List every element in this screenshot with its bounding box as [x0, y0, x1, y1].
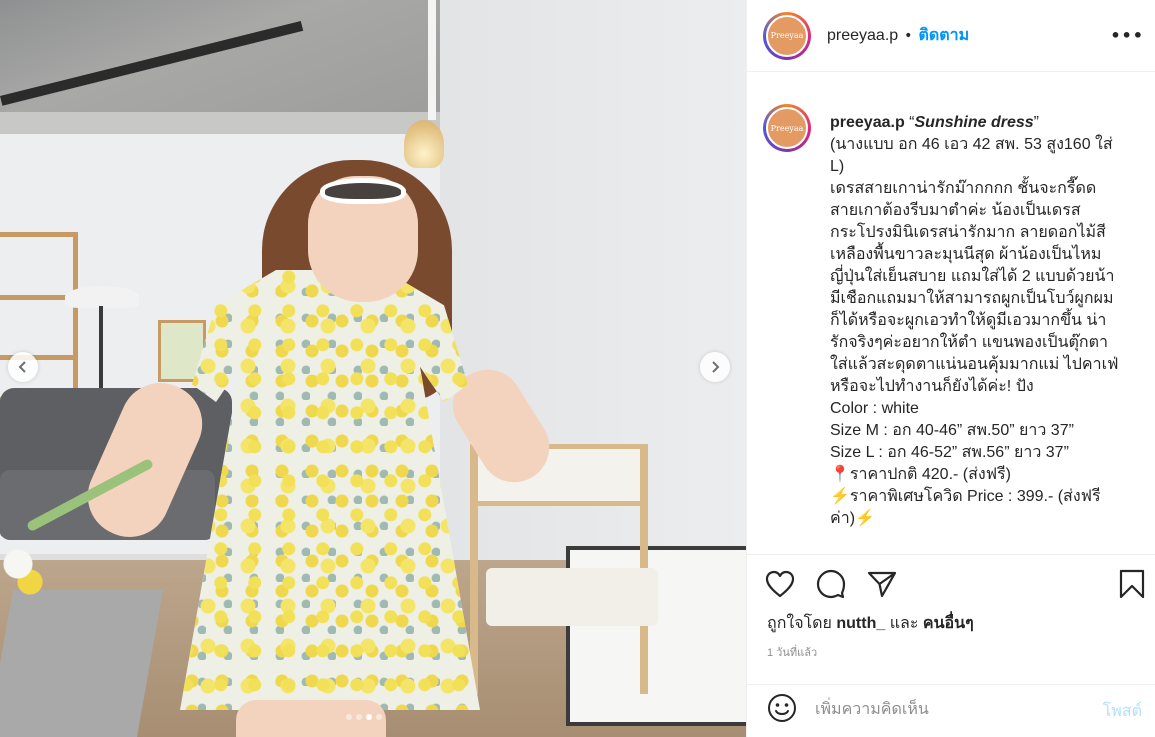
likes-prefix: ถูกใจโดย: [767, 615, 832, 632]
photo-dress: [180, 270, 480, 710]
post-side-panel: Preeyaa preeyaa.p • ติดตาม ••• Preeyaa p…: [746, 0, 1155, 737]
likes-and: และ: [889, 615, 919, 632]
post-comment-button[interactable]: โพสต์: [1103, 699, 1142, 724]
comment-input[interactable]: [815, 695, 1085, 725]
avatar-image: Preeyaa: [766, 107, 808, 149]
photo-sunglasses: [320, 178, 406, 204]
caption-username[interactable]: preeyaa.p: [830, 114, 905, 131]
likes-summary: ถูกใจโดย nutth_ และ คนอื่นๆ: [767, 611, 974, 636]
carousel-dot[interactable]: [346, 714, 352, 720]
caption-line: รักจริงๆค่ะอยากให้ตำ แขนพองเป็นตุ๊กตา: [830, 334, 1108, 351]
caption-line: L): [830, 158, 845, 175]
carousel-prev-button[interactable]: [8, 352, 38, 382]
caption-quote-close: ”: [1033, 114, 1039, 131]
photo-sconce: [404, 120, 444, 168]
avatar-image: Preeyaa: [766, 14, 808, 57]
caption-line: ค่า)⚡: [830, 510, 875, 527]
caption-line: ญี่ปุ่นใส่เย็นสบาย แถมใส่ได้ 2 แบบด้วยน้…: [830, 268, 1115, 285]
caption-line: 📍ราคาปกติ 420.- (ส่งฟรี): [830, 466, 1011, 483]
emoji-icon: [767, 693, 797, 727]
caption-area: Preeyaa preeyaa.p “Sunshine dress” (นางแ…: [747, 72, 1155, 554]
caption-line: หรือจะไปทำงานก็ยังได้ค่ะ! ปัง: [830, 378, 1034, 395]
emoji-button[interactable]: [765, 693, 799, 727]
caption-title: Sunshine dress: [914, 114, 1034, 131]
comment-bar: โพสต์: [747, 684, 1155, 737]
photo-rug: [0, 590, 163, 737]
save-button[interactable]: [1115, 569, 1149, 603]
post-actions: ถูกใจโดย nutth_ และ คนอื่นๆ 1 วันที่แล้ว: [747, 554, 1155, 684]
caption-line: Size M : อก 40-46” สพ.50” ยาว 37”: [830, 422, 1074, 439]
caption-avatar[interactable]: Preeyaa: [763, 104, 811, 152]
caption-line: ใส่แล้วสะดุดตาแน่นอนคุ้มมากแม่ ไปคาเฟ่: [830, 356, 1119, 373]
post-timestamp[interactable]: 1 วันที่แล้ว: [767, 643, 817, 661]
caption-line: (นางแบบ อก 46 เอว 42 สพ. 53 สูง160 ใส่: [830, 136, 1113, 153]
photo-flowers: [0, 540, 60, 600]
avatar[interactable]: Preeyaa: [763, 11, 811, 60]
header-separator: •: [904, 27, 913, 44]
carousel-next-button[interactable]: [700, 352, 730, 382]
chevron-left-icon: [17, 358, 29, 377]
comment-icon: [816, 569, 846, 603]
post-header: Preeyaa preeyaa.p • ติดตาม •••: [747, 0, 1155, 72]
bookmark-icon: [1119, 569, 1145, 603]
photo-lamp: [65, 286, 139, 308]
caption-line: Color : white: [830, 400, 919, 417]
caption-line: สายเกาต้องรีบมาตำค่ะ น้องเป็นเดรส: [830, 202, 1081, 219]
likes-others-link[interactable]: คนอื่นๆ: [923, 615, 974, 632]
photo-sconce-pipe: [428, 0, 436, 120]
chevron-right-icon: [709, 358, 721, 377]
post-photo[interactable]: [0, 0, 746, 737]
caption-text: preeyaa.p “Sunshine dress” (นางแบบ อก 46…: [830, 112, 1136, 530]
like-button[interactable]: [763, 569, 797, 603]
heart-icon: [765, 570, 795, 602]
header-username[interactable]: preeyaa.p: [827, 27, 898, 45]
caption-line: Size L : อก 46-52” สพ.56” ยาว 37”: [830, 444, 1069, 461]
more-options-icon[interactable]: •••: [1110, 26, 1144, 45]
caption-line: กระโปรงมินิเดรสน่ารักมาก ลายดอกไม้สี: [830, 224, 1106, 241]
follow-button[interactable]: ติดตาม: [918, 23, 969, 48]
comment-button[interactable]: [814, 569, 848, 603]
likes-user-link[interactable]: nutth_: [836, 615, 885, 632]
caption-line: เดรสสายเกาน่ารักม๊ากกกก ชั้นจะกรี๊ดด: [830, 180, 1097, 197]
caption-line: มีเชือกแถมมาให้สามารถผูกเป็นโบว์ผูกผม: [830, 290, 1114, 307]
photo-ceiling-edge: [0, 112, 440, 134]
carousel-dot[interactable]: [356, 714, 362, 720]
send-icon: [867, 570, 897, 602]
caption-line: ก็ได้หรือจะผูกเอวทำให้ดูมีเอวมากขึ้น น่า: [830, 312, 1107, 329]
carousel-dot[interactable]: [376, 714, 382, 720]
caption-line: เหลืองพื้นขาวละมุนนีสุด ผ้าน้องเป็นไหม: [830, 246, 1102, 263]
carousel-dots: [346, 714, 382, 720]
caption-line: ⚡ราคาพิเศษโควิด Price : 399.- (ส่งฟรี: [830, 488, 1101, 505]
carousel-dot-active[interactable]: [366, 714, 372, 720]
share-button[interactable]: [865, 569, 899, 603]
photo-chair-seat: [486, 568, 658, 626]
photo-chair-leg: [470, 444, 478, 694]
